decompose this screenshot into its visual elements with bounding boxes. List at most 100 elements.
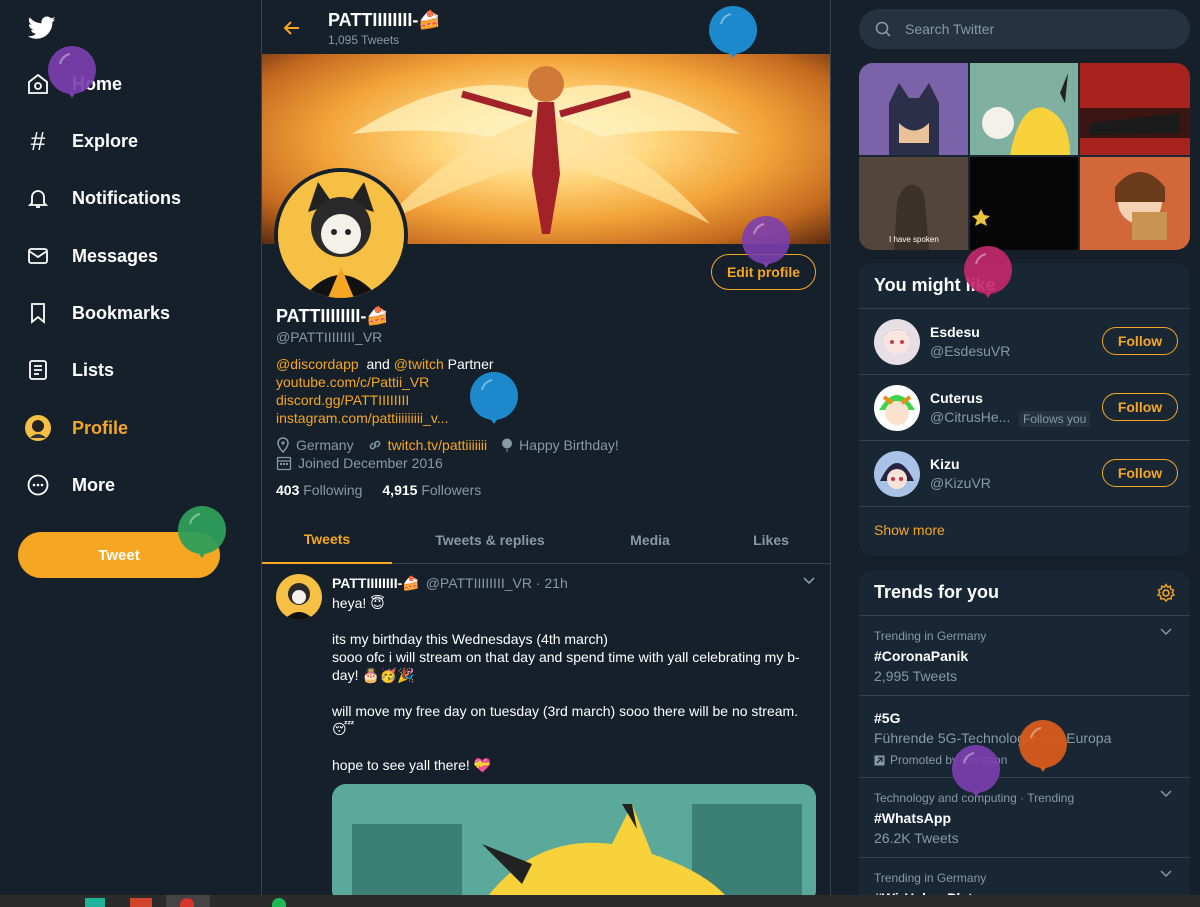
settings-gear-icon[interactable] xyxy=(1156,583,1176,603)
profile-birthday: Happy Birthday! xyxy=(519,437,619,453)
nav-messages[interactable]: Messages xyxy=(24,236,158,276)
show-more-link[interactable]: Show more xyxy=(859,507,1190,553)
tweet-avatar[interactable] xyxy=(276,574,322,620)
following-label: Following xyxy=(303,482,363,498)
bio-mention-twitch[interactable]: @twitch xyxy=(394,356,444,372)
trend-item[interactable]: Trending in Germany #CoronaPanik 2,995 T… xyxy=(859,616,1190,696)
nav-more[interactable]: More xyxy=(24,465,115,505)
followers-label: Followers xyxy=(421,482,482,498)
trend-count: 2,995 Tweets xyxy=(874,668,958,684)
tweet-meta: @PATTIIIIIIII_VR · 21h xyxy=(425,575,568,591)
following-link[interactable]: 403 Following xyxy=(276,482,362,498)
follows-you-badge: Follows you xyxy=(1019,411,1091,427)
nav-profile-label: Profile xyxy=(72,417,129,438)
birthday-balloon-icon xyxy=(709,6,757,58)
trend-name: #WhatsApp xyxy=(874,810,951,826)
trend-description: Führende 5G-Technologie aus Europa xyxy=(874,730,1112,746)
profile-avatar-icon xyxy=(24,414,52,442)
bio-mention-discordapp[interactable]: @discordapp xyxy=(276,356,359,372)
tweet-author-name[interactable]: PATTIIIIIIII-🍰 xyxy=(332,575,420,592)
followers-count: 4,915 xyxy=(382,482,418,498)
location-pin-icon xyxy=(276,437,290,453)
profile-avatar[interactable] xyxy=(274,168,408,302)
bio-and: and xyxy=(366,356,390,372)
media-caption: I have spoken xyxy=(889,235,939,244)
suggestion-name: Kizu xyxy=(930,456,960,472)
back-arrow-icon[interactable] xyxy=(282,18,302,38)
follow-button[interactable]: Follow xyxy=(1102,459,1178,487)
chevron-down-icon[interactable] xyxy=(1160,790,1172,798)
suggestion-avatar[interactable] xyxy=(874,319,920,365)
media-thumb[interactable] xyxy=(970,157,1078,250)
bell-icon xyxy=(24,184,52,212)
media-thumb[interactable]: I have spoken xyxy=(859,157,968,250)
trend-context: Trending in Germany xyxy=(874,871,987,885)
media-thumb[interactable] xyxy=(1080,157,1190,250)
tweet-header: PATTIIIIIIII-🍰 @PATTIIIIIIII_VR · 21h xyxy=(332,575,568,592)
tweet-options-chevron-icon[interactable] xyxy=(802,576,816,586)
birthday-balloon-icon xyxy=(1019,720,1067,772)
nav-explore[interactable]: # Explore xyxy=(24,121,138,161)
nav-lists[interactable]: Lists xyxy=(24,350,114,390)
suggestion-row[interactable]: Esdesu @EsdesuVR Follow xyxy=(859,309,1190,375)
birthday-balloon-icon xyxy=(48,46,96,98)
nav-messages-label: Messages xyxy=(72,245,159,266)
nav-profile[interactable]: Profile xyxy=(24,408,128,448)
tweet-line: heya! 😇 xyxy=(332,595,385,611)
suggestion-handle: @KizuVR xyxy=(930,475,991,491)
link-icon xyxy=(368,438,382,452)
profile-joined-row: Joined December 2016 xyxy=(276,455,443,471)
taskbar-app-icon[interactable] xyxy=(85,898,105,907)
trend-count: 26.2K Tweets xyxy=(874,830,959,846)
media-thumb[interactable] xyxy=(859,63,968,155)
taskbar-app-icon[interactable] xyxy=(130,898,152,907)
search-input[interactable]: Search Twitter xyxy=(859,9,1190,49)
suggestion-row[interactable]: Kizu @KizuVR Follow xyxy=(859,441,1190,507)
suggestion-row[interactable]: Cuterus @CitrusHe... Follows you Follow xyxy=(859,375,1190,441)
following-count: 403 xyxy=(276,482,300,498)
tweet-media-image[interactable] xyxy=(332,784,816,895)
trend-item[interactable]: Technology and computing · Trending #Wha… xyxy=(859,778,1190,858)
taskbar-active-app[interactable] xyxy=(166,895,210,907)
chevron-down-icon[interactable] xyxy=(1160,870,1172,878)
profile-meta-row: Germany twitch.tv/pattiiiiiii Happy Birt… xyxy=(276,437,619,453)
bio-link-instagram[interactable]: instagram.com/pattiiiiiiiii_v... xyxy=(276,410,448,426)
profile-website-link[interactable]: twitch.tv/pattiiiiiii xyxy=(388,437,488,453)
suggestion-avatar[interactable] xyxy=(874,451,920,497)
os-taskbar xyxy=(0,895,1200,907)
nav-notifications-label: Notifications xyxy=(72,187,182,208)
trends-header: Trends for you xyxy=(859,570,1190,616)
bio-link-discord[interactable]: discord.gg/PATTIIIIIIII xyxy=(276,392,409,408)
bio-partner: Partner xyxy=(447,356,494,372)
nav-notifications[interactable]: Notifications xyxy=(24,178,181,218)
tab-tweets[interactable]: Tweets xyxy=(262,516,392,564)
taskbar-app-icon[interactable] xyxy=(272,898,286,907)
twitter-logo-icon[interactable] xyxy=(28,16,56,40)
followers-link[interactable]: 4,915 Followers xyxy=(382,482,481,498)
tweet-line: sooo ofc i will stream on that day and s… xyxy=(332,649,800,683)
media-thumb[interactable] xyxy=(970,63,1078,155)
trend-name: #5G xyxy=(874,710,901,726)
suggestion-handle: @CitrusHe... xyxy=(930,409,1011,425)
chevron-down-icon[interactable] xyxy=(1160,628,1172,636)
suggestion-name: Cuterus xyxy=(930,390,983,406)
bookmark-icon xyxy=(24,299,52,327)
profile-handle: @PATTIIIIIIII_VR xyxy=(276,329,383,345)
nav-more-label: More xyxy=(72,474,116,495)
nav-bookmarks[interactable]: Bookmarks xyxy=(24,293,170,333)
suggestion-avatar[interactable] xyxy=(874,385,920,431)
profile-counts: 403 Following 4,915 Followers xyxy=(276,482,481,498)
tab-likes[interactable]: Likes xyxy=(712,516,830,564)
tweet-line: its my birthday this Wednesdays (4th mar… xyxy=(332,631,608,647)
bio-link-youtube[interactable]: youtube.com/c/Pattii_VR xyxy=(276,374,429,390)
profile-column: PATTIIIIIIII-🍰 1,095 Tweets Edit profile… xyxy=(261,0,831,895)
follow-button[interactable]: Follow xyxy=(1102,327,1178,355)
tab-tweets-replies[interactable]: Tweets & replies xyxy=(392,516,588,564)
follow-button[interactable]: Follow xyxy=(1102,393,1178,421)
list-icon xyxy=(24,356,52,384)
tab-media[interactable]: Media xyxy=(588,516,712,564)
birthday-balloon-icon xyxy=(470,372,518,424)
who-to-follow-card: You might like Esdesu @EsdesuVR Follow C… xyxy=(859,263,1190,556)
promoted-icon xyxy=(874,755,885,766)
media-thumb[interactable] xyxy=(1080,63,1190,155)
